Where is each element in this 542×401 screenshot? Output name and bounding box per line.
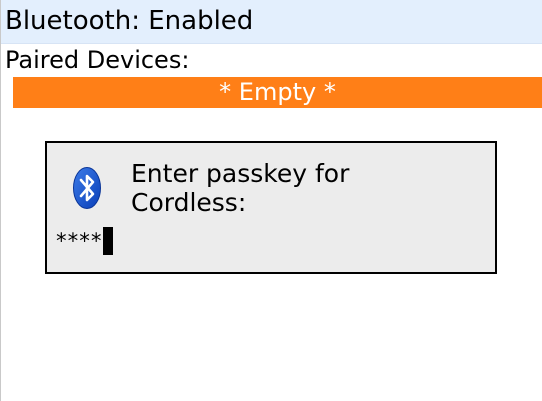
list-item-label: * Empty *: [219, 78, 336, 106]
screen-title: Bluetooth: Enabled: [5, 6, 254, 36]
title-bar: Bluetooth: Enabled: [1, 0, 542, 44]
passkey-input[interactable]: ****: [55, 225, 113, 257]
passkey-dialog: Enter passkey for Cordless: ****: [45, 141, 497, 274]
passkey-prompt-line2: Cordless:: [131, 188, 247, 217]
passkey-prompt-line1: Enter passkey for: [131, 159, 350, 188]
bluetooth-screen: Bluetooth: Enabled Paired Devices: * Emp…: [0, 0, 542, 401]
bluetooth-icon: [73, 167, 101, 209]
paired-devices-label: Paired Devices:: [5, 46, 190, 74]
paired-device-list-item[interactable]: * Empty *: [13, 77, 542, 108]
text-cursor: [102, 227, 113, 255]
passkey-prompt: Enter passkey for Cordless:: [131, 159, 349, 217]
passkey-masked-value: ****: [55, 229, 103, 253]
